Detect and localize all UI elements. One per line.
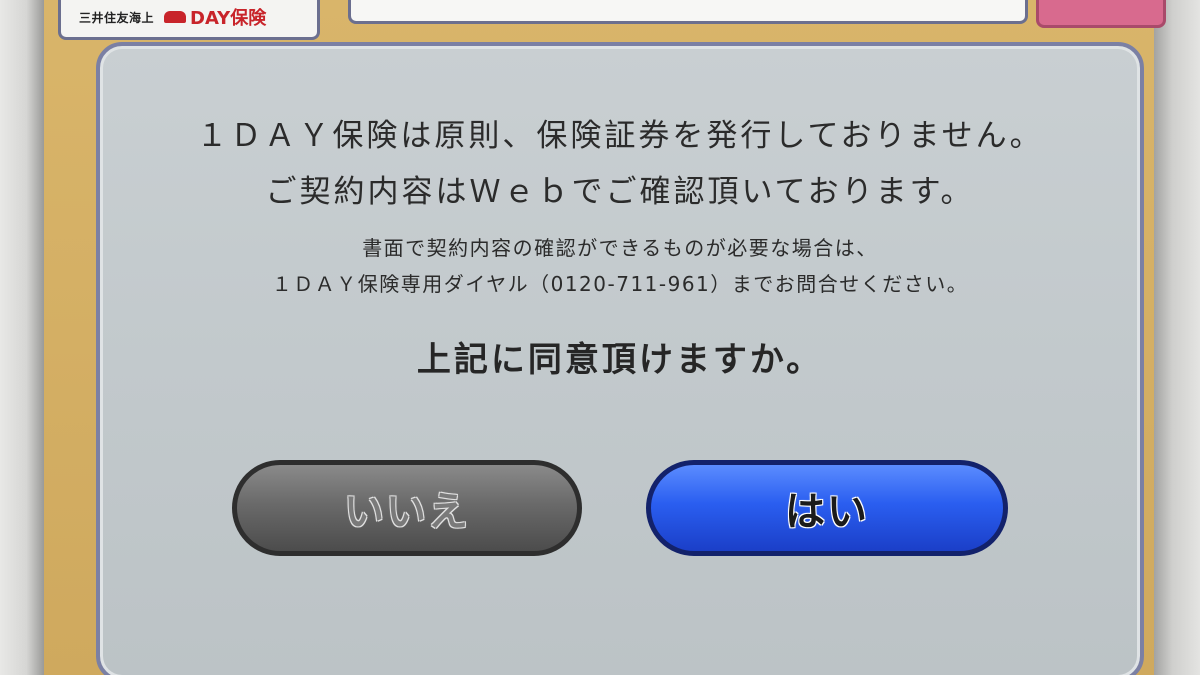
- consent-question: 上記に同意頂けますか。: [416, 340, 824, 380]
- sub-message-line-2: １ＤＡＹ保険専用ダイヤル（0120-711-961）までお問合せください。: [271, 272, 969, 296]
- main-message: １ＤＡＹ保険は原則、保険証券を発行しておりません。 ご契約内容はＷｅｂでご確認頂…: [100, 108, 1140, 220]
- yes-button-label: はい: [785, 489, 869, 535]
- no-button-label: いいえ: [344, 489, 470, 535]
- confirmation-dialog: １ＤＡＹ保険は原則、保険証券を発行しておりません。 ご契約内容はＷｅｂでご確認頂…: [96, 42, 1144, 675]
- brand-label: DAY保険: [190, 8, 267, 29]
- sub-message-line-1: 書面で契約内容の確認ができるものが必要な場合は、: [362, 236, 878, 260]
- brand-name: DAY保険: [164, 4, 266, 30]
- kiosk-screen: 三井住友海上 DAY保険 １ＤＡＹ保険は原則、保険証券を発行しておりません。 ご…: [0, 0, 1200, 675]
- main-message-line-1: １ＤＡＹ保険は原則、保険証券を発行しておりません。: [196, 118, 1044, 154]
- bezel-right: [1154, 0, 1200, 675]
- top-info-field: [348, 0, 1028, 24]
- no-button[interactable]: いいえ: [232, 460, 582, 556]
- sub-message: 書面で契約内容の確認ができるものが必要な場合は、 １ＤＡＹ保険専用ダイヤル（01…: [100, 230, 1140, 302]
- car-icon: [164, 11, 187, 23]
- header-logo: 三井住友海上 DAY保険: [58, 0, 320, 40]
- bezel-left: [0, 0, 44, 675]
- company-name: 三井住友海上: [79, 10, 155, 25]
- main-message-line-2: ご契約内容はＷｅｂでご確認頂いております。: [265, 174, 975, 210]
- yes-button[interactable]: はい: [646, 460, 1008, 556]
- top-right-button[interactable]: [1036, 0, 1166, 28]
